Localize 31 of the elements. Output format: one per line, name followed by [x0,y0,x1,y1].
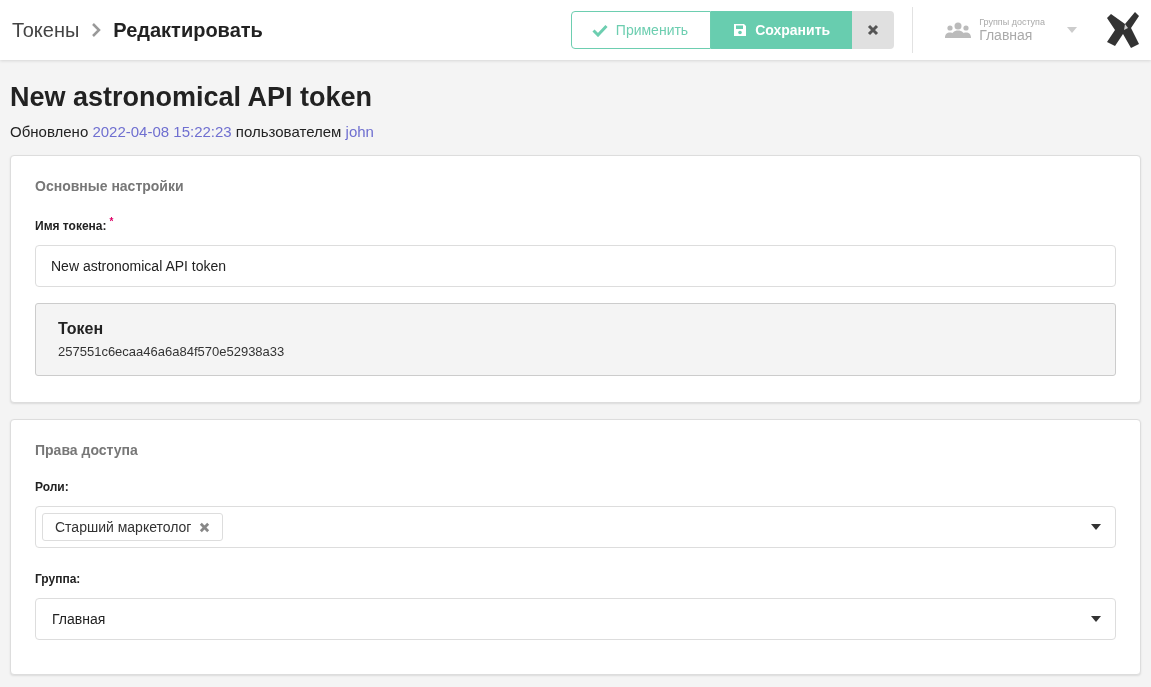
field-label: Роли: [35,480,69,494]
field-label: Имя токена: [35,219,107,233]
access-group-label: Группы доступа [979,17,1045,27]
breadcrumb-link[interactable]: Токены [12,18,80,42]
breadcrumb-current: Редактировать [113,18,263,42]
dropdown-caret-icon [1091,616,1101,622]
token-title: Токен [58,320,105,338]
roles-select[interactable]: Старший маркетолог [35,506,1116,548]
token-name-input[interactable]: New astronomical API token [35,245,1116,287]
users-icon [945,22,972,38]
remove-icon[interactable] [199,521,211,533]
updated-info: Обновлено 2022-04-08 15:22:23 пользователем john [10,123,375,140]
close-icon [867,24,880,36]
section-heading: Права доступа [35,442,139,458]
dropdown-caret-icon [1091,524,1101,530]
token-value: 257551c6ecaa46a6a84f570e52938a33 [58,344,286,359]
section-heading: Основные настройки [35,178,185,194]
updated-date-link[interactable]: 2022-04-08 15:22:23 [92,123,232,140]
selected-value: Главная [51,611,106,627]
field-label: Группа: [35,572,81,586]
dropdown-caret-icon [1067,27,1077,33]
required-mark: * [109,216,114,227]
access-group-dropdown[interactable]: Группы доступа Главная [945,17,1077,43]
role-tag: Старший маркетолог [42,513,224,541]
group-select[interactable]: Главная [35,598,1116,640]
user-link[interactable]: john [345,123,374,140]
access-group-value: Главная [979,27,1034,43]
checkmark-icon [591,23,608,37]
close-button[interactable] [852,11,895,49]
page-title: New astronomical API token [10,81,374,114]
chevron-right-icon [91,23,102,37]
